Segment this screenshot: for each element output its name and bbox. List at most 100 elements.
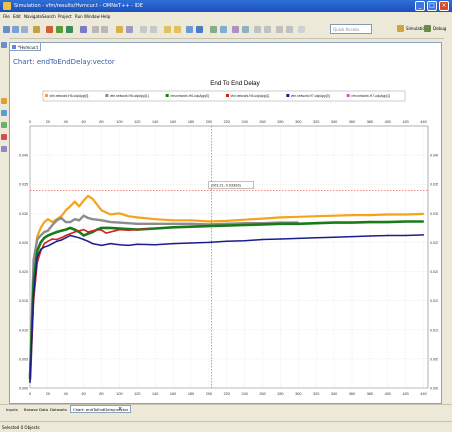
zoom-in-icon[interactable] xyxy=(164,26,171,33)
filter-icon[interactable] xyxy=(210,26,217,33)
navigator-icon[interactable] xyxy=(1,110,7,116)
y-tick-label-right: 0.015 xyxy=(430,299,438,303)
data-point xyxy=(114,230,116,232)
chart-icon[interactable] xyxy=(186,26,193,33)
tab-datasets[interactable]: Datasets xyxy=(50,407,67,412)
x-tick-label-top: 280 xyxy=(277,120,283,124)
menu-navigate[interactable]: Navigate xyxy=(24,14,42,19)
table-icon[interactable] xyxy=(220,26,227,33)
x-tick-label: 0 xyxy=(29,392,31,396)
properties-view-icon[interactable] xyxy=(1,122,7,128)
redo-icon[interactable] xyxy=(150,26,157,33)
x-tick-label: 260 xyxy=(259,392,265,396)
new-icon[interactable] xyxy=(3,26,10,33)
data-point xyxy=(40,227,42,229)
back-icon[interactable] xyxy=(92,26,99,33)
data-point xyxy=(190,226,192,228)
data-point xyxy=(36,235,38,238)
menu-help[interactable]: Help xyxy=(101,14,110,19)
data-point xyxy=(244,219,246,221)
data-point xyxy=(47,240,49,242)
x-tick-label: 120 xyxy=(134,392,140,396)
settings-icon[interactable] xyxy=(242,26,249,33)
data-point xyxy=(190,242,192,244)
legend-swatch xyxy=(226,94,229,97)
data-point xyxy=(297,237,299,240)
menu-edit[interactable]: Edit xyxy=(13,14,21,19)
menu-window[interactable]: Window xyxy=(84,14,100,19)
y-tick-label: 0.005 xyxy=(19,357,28,361)
window-title: Simulation - vfm/results/Hvmcur.t - OMNe… xyxy=(14,3,143,9)
problems-icon[interactable] xyxy=(1,134,7,140)
y-tick-label-right: 0.040 xyxy=(430,154,438,158)
export-icon[interactable] xyxy=(196,26,203,33)
data-point xyxy=(109,242,112,245)
x-tick-label-top: 380 xyxy=(367,120,373,124)
data-point xyxy=(74,235,76,238)
data-point xyxy=(387,221,389,223)
data-point xyxy=(172,226,174,228)
search-icon[interactable] xyxy=(80,26,87,33)
perspective-debug-button[interactable]: Debug xyxy=(424,24,446,34)
dropdown-icon[interactable] xyxy=(298,26,305,33)
close-tab-icon[interactable]: × xyxy=(118,406,122,412)
x-tick-label-top: 40 xyxy=(64,120,68,124)
run-icon[interactable] xyxy=(56,26,63,33)
build-icon[interactable] xyxy=(46,26,53,33)
data-point xyxy=(83,215,85,217)
project-explorer-icon[interactable] xyxy=(1,42,7,48)
data-point xyxy=(297,223,299,225)
menu-run[interactable]: Run xyxy=(75,14,83,19)
forward-icon[interactable] xyxy=(101,26,108,33)
open-icon[interactable] xyxy=(33,26,40,33)
line-chart: End To End Delay vfm.network.H5.udpApp[0… xyxy=(19,80,438,396)
quick-access-input[interactable]: Quick Access xyxy=(330,24,372,34)
perspective-simulation-button[interactable]: Simulation xyxy=(397,24,427,34)
data-point xyxy=(29,381,31,383)
arrow-up-icon[interactable] xyxy=(276,26,283,33)
maximize-button[interactable]: □ xyxy=(427,1,437,11)
arrow-left-icon[interactable] xyxy=(254,26,261,33)
data-point xyxy=(43,242,45,245)
data-point xyxy=(47,218,49,220)
data-point xyxy=(315,215,317,217)
window-title-bar: Simulation - vfm/results/Hvmcur.t - OMNe… xyxy=(0,0,452,12)
arrow-right-icon[interactable] xyxy=(264,26,271,33)
outline-icon[interactable] xyxy=(1,98,7,104)
tab-inputs[interactable]: Inputs xyxy=(6,407,18,412)
save-all-icon[interactable] xyxy=(21,26,28,33)
zoom-out-icon[interactable] xyxy=(174,26,181,33)
data-point xyxy=(387,213,389,216)
file-tab[interactable]: *Hvmcur.t xyxy=(9,42,41,51)
arrow-down-icon[interactable] xyxy=(286,26,293,33)
save-icon[interactable] xyxy=(12,26,19,33)
data-point xyxy=(96,219,98,221)
y-tick-label-right: 0.035 xyxy=(430,183,438,187)
data-point xyxy=(127,215,130,217)
copy-icon[interactable] xyxy=(126,26,133,33)
debug-icon[interactable] xyxy=(66,26,73,33)
menu-file[interactable]: File xyxy=(3,14,10,19)
x-tick-label: 160 xyxy=(170,392,176,396)
data-point xyxy=(100,244,103,247)
tab-browse-data[interactable]: Browse Data xyxy=(24,407,48,412)
x-tick-label: 180 xyxy=(188,392,194,396)
menu-project[interactable]: Project xyxy=(58,14,72,19)
console-icon[interactable] xyxy=(1,146,7,152)
properties-icon[interactable] xyxy=(232,26,239,33)
status-text: Selected 0 Objects xyxy=(2,425,40,430)
data-point xyxy=(87,231,89,233)
minimize-button[interactable]: _ xyxy=(415,1,425,11)
menu-search[interactable]: Search xyxy=(42,14,56,19)
refresh-icon[interactable] xyxy=(116,26,123,33)
data-point xyxy=(65,234,67,237)
undo-icon[interactable] xyxy=(140,26,147,33)
data-point xyxy=(65,237,67,239)
x-tick-label: 220 xyxy=(224,392,230,396)
chart-panel-title: Chart: endToEndDelay:vector xyxy=(13,58,115,66)
data-point xyxy=(60,230,62,232)
close-button[interactable]: × xyxy=(439,1,449,11)
data-point xyxy=(60,217,62,219)
data-point xyxy=(32,294,35,296)
x-tick-label-top: 180 xyxy=(188,120,194,124)
